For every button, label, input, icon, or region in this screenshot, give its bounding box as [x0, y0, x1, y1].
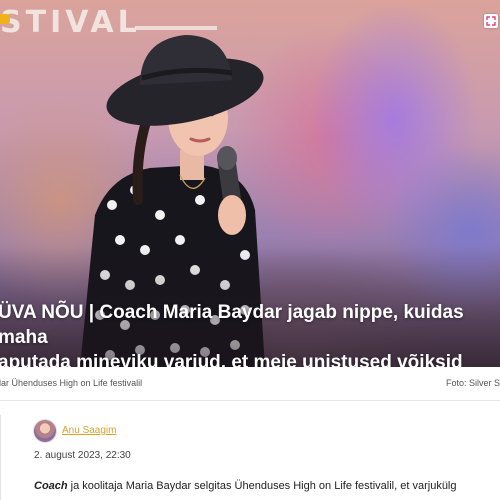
author-avatar[interactable]	[34, 420, 56, 442]
headline-line-2: aputada mineviku varjud, et meie unistus…	[0, 352, 463, 367]
photo-caption: dar Ühenduses High on Life festivalil	[0, 378, 143, 388]
headline-line-1: ÜVA NÕU | Coach Maria Baydar jagab nippe…	[0, 302, 464, 348]
photo-caption-bar: dar Ühenduses High on Life festivalil Fo…	[0, 367, 500, 401]
photo-credit: Foto: Silver S	[445, 378, 500, 388]
hero-image[interactable]: STIVAL ÜVA NÕU | Coach Maria Baydar jaga…	[0, 0, 500, 367]
author-link[interactable]: Anu Saagim	[62, 425, 116, 436]
publish-date: 2. august 2023, 22:30	[34, 450, 131, 461]
badge-icon	[0, 14, 10, 24]
divider	[0, 415, 1, 500]
expand-icon	[486, 16, 496, 26]
lead-text: ja koolitaja Maria Baydar selgitas Ühend…	[67, 480, 457, 492]
article-headline[interactable]: ÜVA NÕU | Coach Maria Baydar jagab nippe…	[0, 300, 488, 367]
expand-button[interactable]	[484, 14, 498, 28]
article-lead: Coach ja koolitaja Maria Baydar selgitas…	[34, 480, 500, 492]
article-page: STIVAL ÜVA NÕU | Coach Maria Baydar jaga…	[0, 0, 500, 500]
lead-emphasis: Coach	[34, 480, 68, 492]
